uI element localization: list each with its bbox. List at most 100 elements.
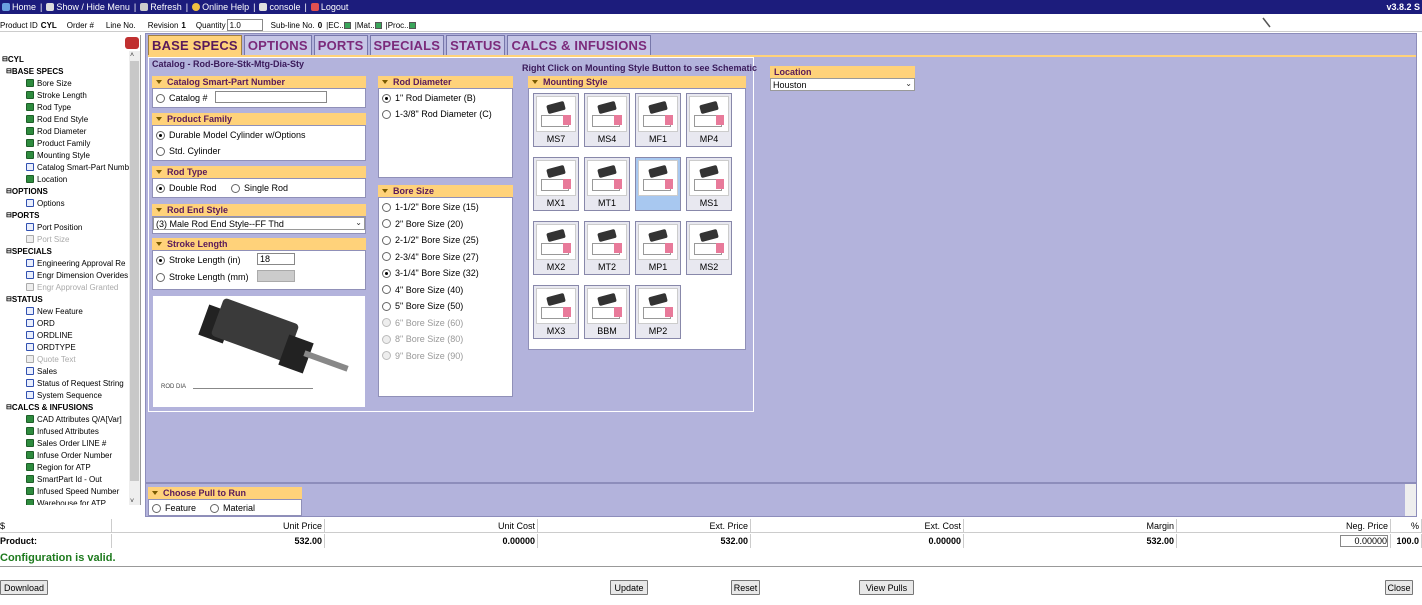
proc-status-icon[interactable] <box>408 21 416 29</box>
tree-item[interactable]: System Sequence <box>26 389 102 401</box>
stroke-length-mm-radio[interactable]: Stroke Length (mm) <box>156 272 249 282</box>
bore-size-radio[interactable]: 3-1/4" Bore Size (32) <box>382 268 479 278</box>
tree-item[interactable]: Infused Speed Number <box>26 485 119 497</box>
double-rod-radio[interactable]: Double Rod <box>156 183 217 193</box>
rod-end-style-select[interactable]: (3) Male Rod End Style--FF Thd ⌄ <box>153 217 365 230</box>
tree-item[interactable]: Port Size <box>26 233 69 245</box>
tree-item[interactable]: Rod Diameter <box>26 125 86 137</box>
bore-size-radio[interactable]: 4" Bore Size (40) <box>382 285 463 295</box>
bore-size-radio[interactable]: 2-1/2" Bore Size (25) <box>382 235 479 245</box>
download-button[interactable]: Download <box>0 580 48 595</box>
tab-status[interactable]: STATUS <box>446 35 506 55</box>
ec-status-icon[interactable] <box>343 21 351 29</box>
pull-scrollbar[interactable] <box>1405 484 1416 516</box>
tab-base-specs[interactable]: BASE SPECS <box>148 35 242 55</box>
scroll-up-icon[interactable]: ˄ <box>130 52 134 59</box>
mounting-style-button[interactable]: MS1 <box>686 157 732 211</box>
mounting-style-button[interactable]: MS2 <box>686 221 732 275</box>
mounting-style-button[interactable] <box>635 157 681 211</box>
tree-item[interactable]: New Feature <box>26 305 83 317</box>
update-button[interactable]: Update <box>610 580 648 595</box>
tree-item[interactable]: Options <box>26 197 65 209</box>
bore-size-radio[interactable]: 2" Bore Size (20) <box>382 219 463 229</box>
logout-link[interactable]: Logout <box>310 2 348 12</box>
tree-item[interactable]: Infused Attributes <box>26 425 99 437</box>
mounting-style-button[interactable]: MS7 <box>533 93 579 147</box>
tree-item[interactable]: Bore Size <box>26 77 72 89</box>
rod-diameter-1-3-8-radio[interactable]: 1-3/8" Rod Diameter (C) <box>382 109 492 119</box>
catalog-number-input[interactable] <box>215 91 327 103</box>
tree-item[interactable]: Engr Dimension Overides <box>26 269 128 281</box>
mounting-style-button[interactable]: MS4 <box>584 93 630 147</box>
tree-group-specials[interactable]: ⊟ SPECIALS <box>6 245 52 257</box>
tree-item[interactable]: Warehouse for ATP <box>26 497 106 505</box>
tab-options[interactable]: OPTIONS <box>243 35 312 55</box>
tree-item[interactable]: SmartPart Id - Out <box>26 473 102 485</box>
tree-group-status[interactable]: ⊟ STATUS <box>6 293 43 305</box>
close-button[interactable]: Close <box>1385 580 1413 595</box>
stroke-length-in-input[interactable] <box>257 253 295 265</box>
bore-size-radio[interactable]: 1-1/2" Bore Size (15) <box>382 202 479 212</box>
quantity-input[interactable] <box>226 19 263 31</box>
scroll-down-icon[interactable]: ˅ <box>130 498 134 505</box>
tree-item[interactable]: Rod End Style <box>26 113 88 125</box>
tree-item[interactable]: Port Position <box>26 221 82 233</box>
tree-item[interactable]: ORDLINE <box>26 329 73 341</box>
single-rod-radio[interactable]: Single Rod <box>231 183 288 193</box>
tree-item[interactable]: Mounting Style <box>26 149 90 161</box>
tree-scrollbar[interactable]: ˄ ˅ <box>129 51 140 505</box>
mat-status-icon[interactable] <box>374 21 382 29</box>
bore-size-radio[interactable]: 5" Bore Size (50) <box>382 301 463 311</box>
tree-item[interactable]: CAD Attributes Q/A[Var] <box>26 413 122 425</box>
refresh-link[interactable]: Refresh <box>140 2 182 12</box>
home-link[interactable]: Home <box>2 2 36 12</box>
mounting-style-button[interactable]: BBM <box>584 285 630 339</box>
mounting-style-button[interactable]: MX2 <box>533 221 579 275</box>
console-link[interactable]: console <box>259 2 301 12</box>
tree-options-icon[interactable] <box>125 37 139 49</box>
tree-item[interactable]: Sales Order LINE # <box>26 437 106 449</box>
tree-item[interactable]: Stroke Length <box>26 89 87 101</box>
product-family-durable-radio[interactable]: Durable Model Cylinder w/Options <box>156 130 306 140</box>
mounting-style-button[interactable]: MT2 <box>584 221 630 275</box>
location-select[interactable]: Houston ⌄ <box>770 78 915 91</box>
tree-item[interactable]: Product Family <box>26 137 90 149</box>
mounting-style-button[interactable]: MT1 <box>584 157 630 211</box>
pull-feature-radio[interactable]: Feature <box>152 503 196 513</box>
tree-root[interactable]: ⊟ CYL <box>2 53 24 65</box>
tree-item[interactable]: Region for ATP <box>26 461 91 473</box>
online-help-link[interactable]: Online Help <box>192 2 249 12</box>
catalog-number-radio[interactable]: Catalog # <box>156 93 208 103</box>
bore-size-radio[interactable]: 2-3/4" Bore Size (27) <box>382 252 479 262</box>
reset-button[interactable]: Reset <box>731 580 760 595</box>
neg-price-input[interactable] <box>1340 535 1388 547</box>
tab-specials[interactable]: SPECIALS <box>369 35 445 55</box>
tree-item[interactable]: Status of Request String <box>26 377 124 389</box>
tree-item[interactable]: Location <box>26 173 67 185</box>
tab-ports[interactable]: PORTS <box>313 35 368 55</box>
tree-group-ports[interactable]: ⊟ PORTS <box>6 209 39 221</box>
stroke-length-in-radio[interactable]: Stroke Length (in) <box>156 255 241 265</box>
tab-calcs-infusions[interactable]: CALCS & INFUSIONS <box>507 35 652 55</box>
view-pulls-button[interactable]: View Pulls <box>859 580 914 595</box>
tree-item[interactable]: Quote Text <box>26 353 76 365</box>
tree-item[interactable]: Rod Type <box>26 101 71 113</box>
tree-scroll-thumb[interactable] <box>130 61 139 481</box>
rod-diameter-1-radio[interactable]: 1" Rod Diameter (B) <box>382 93 476 103</box>
tree-item[interactable]: Catalog Smart-Part Numb <box>26 161 129 173</box>
mounting-style-button[interactable]: MP4 <box>686 93 732 147</box>
show-hide-menu-link[interactable]: Show / Hide Menu <box>46 2 130 12</box>
tree-item[interactable]: ORDTYPE <box>26 341 76 353</box>
tree-item[interactable]: Engr Approval Granted <box>26 281 118 293</box>
tree-item[interactable]: ORD <box>26 317 55 329</box>
mounting-style-button[interactable]: MX3 <box>533 285 579 339</box>
pull-material-radio[interactable]: Material <box>210 503 255 513</box>
tree-group-options[interactable]: ⊟ OPTIONS <box>6 185 48 197</box>
mounting-style-button[interactable]: MP1 <box>635 221 681 275</box>
mounting-style-button[interactable]: MX1 <box>533 157 579 211</box>
tree-item[interactable]: Infuse Order Number <box>26 449 112 461</box>
tree-group-base-specs[interactable]: ⊟ BASE SPECS <box>6 65 63 77</box>
tree-item[interactable]: Sales <box>26 365 57 377</box>
mounting-style-button[interactable]: MF1 <box>635 93 681 147</box>
tree-group-calcs-infusions[interactable]: ⊟ CALCS & INFUSIONS <box>6 401 93 413</box>
